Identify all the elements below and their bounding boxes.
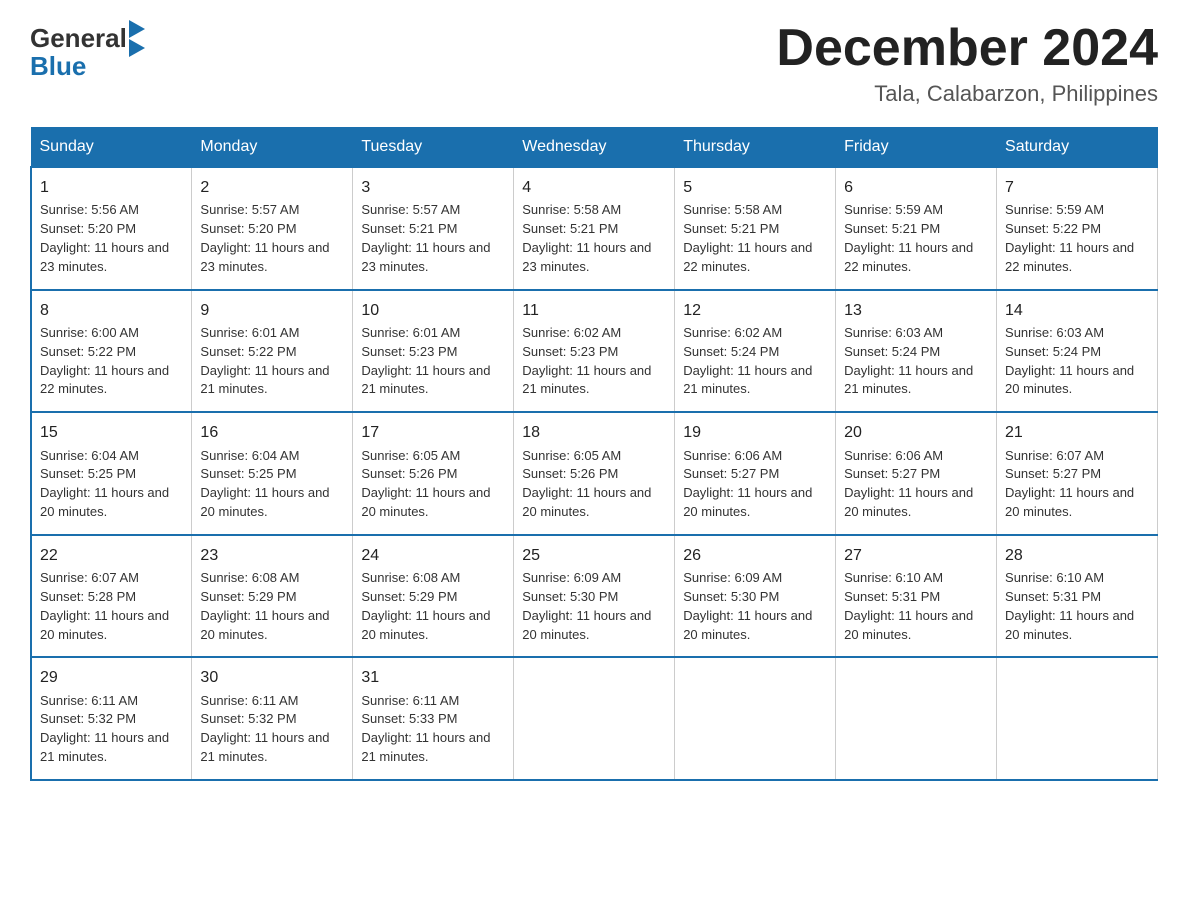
calendar-cell: 5Sunrise: 5:58 AMSunset: 5:21 PMDaylight… [675, 167, 836, 290]
page-header: General Blue December 2024 Tala, Calabar… [30, 20, 1158, 107]
day-number: 19 [683, 421, 827, 444]
title-section: December 2024 Tala, Calabarzon, Philippi… [776, 20, 1158, 107]
calendar-cell: 20Sunrise: 6:06 AMSunset: 5:27 PMDayligh… [836, 412, 997, 535]
calendar-cell: 13Sunrise: 6:03 AMSunset: 5:24 PMDayligh… [836, 290, 997, 413]
calendar-table: Sunday Monday Tuesday Wednesday Thursday… [30, 127, 1158, 781]
day-number: 4 [522, 176, 666, 199]
day-number: 3 [361, 176, 505, 199]
calendar-cell [675, 657, 836, 780]
day-number: 31 [361, 666, 505, 689]
day-number: 24 [361, 544, 505, 567]
day-number: 29 [40, 666, 183, 689]
day-number: 2 [200, 176, 344, 199]
calendar-week-5: 29Sunrise: 6:11 AMSunset: 5:32 PMDayligh… [31, 657, 1158, 780]
day-number: 14 [1005, 299, 1149, 322]
calendar-cell: 19Sunrise: 6:06 AMSunset: 5:27 PMDayligh… [675, 412, 836, 535]
day-number: 11 [522, 299, 666, 322]
calendar-cell: 22Sunrise: 6:07 AMSunset: 5:28 PMDayligh… [31, 535, 192, 658]
header-tuesday: Tuesday [353, 128, 514, 168]
calendar-cell: 23Sunrise: 6:08 AMSunset: 5:29 PMDayligh… [192, 535, 353, 658]
calendar-week-4: 22Sunrise: 6:07 AMSunset: 5:28 PMDayligh… [31, 535, 1158, 658]
day-number: 18 [522, 421, 666, 444]
calendar-cell [514, 657, 675, 780]
day-number: 5 [683, 176, 827, 199]
calendar-cell: 2Sunrise: 5:57 AMSunset: 5:20 PMDaylight… [192, 167, 353, 290]
logo: General Blue [30, 20, 145, 82]
calendar-cell: 28Sunrise: 6:10 AMSunset: 5:31 PMDayligh… [997, 535, 1158, 658]
day-number: 15 [40, 421, 183, 444]
day-number: 7 [1005, 176, 1149, 199]
calendar-cell: 8Sunrise: 6:00 AMSunset: 5:22 PMDaylight… [31, 290, 192, 413]
calendar-cell: 30Sunrise: 6:11 AMSunset: 5:32 PMDayligh… [192, 657, 353, 780]
calendar-cell: 24Sunrise: 6:08 AMSunset: 5:29 PMDayligh… [353, 535, 514, 658]
day-number: 20 [844, 421, 988, 444]
calendar-cell: 11Sunrise: 6:02 AMSunset: 5:23 PMDayligh… [514, 290, 675, 413]
calendar-cell: 1Sunrise: 5:56 AMSunset: 5:20 PMDaylight… [31, 167, 192, 290]
location-title: Tala, Calabarzon, Philippines [776, 81, 1158, 107]
calendar-week-1: 1Sunrise: 5:56 AMSunset: 5:20 PMDaylight… [31, 167, 1158, 290]
day-number: 13 [844, 299, 988, 322]
header-row: Sunday Monday Tuesday Wednesday Thursday… [31, 128, 1158, 168]
day-number: 17 [361, 421, 505, 444]
calendar-cell: 15Sunrise: 6:04 AMSunset: 5:25 PMDayligh… [31, 412, 192, 535]
day-number: 21 [1005, 421, 1149, 444]
day-number: 10 [361, 299, 505, 322]
day-number: 8 [40, 299, 183, 322]
day-number: 26 [683, 544, 827, 567]
day-number: 28 [1005, 544, 1149, 567]
calendar-cell [836, 657, 997, 780]
calendar-cell: 9Sunrise: 6:01 AMSunset: 5:22 PMDaylight… [192, 290, 353, 413]
day-number: 30 [200, 666, 344, 689]
day-number: 12 [683, 299, 827, 322]
calendar-cell: 6Sunrise: 5:59 AMSunset: 5:21 PMDaylight… [836, 167, 997, 290]
calendar-cell: 31Sunrise: 6:11 AMSunset: 5:33 PMDayligh… [353, 657, 514, 780]
calendar-cell: 21Sunrise: 6:07 AMSunset: 5:27 PMDayligh… [997, 412, 1158, 535]
header-sunday: Sunday [31, 128, 192, 168]
calendar-week-3: 15Sunrise: 6:04 AMSunset: 5:25 PMDayligh… [31, 412, 1158, 535]
calendar-cell [997, 657, 1158, 780]
calendar-cell: 14Sunrise: 6:03 AMSunset: 5:24 PMDayligh… [997, 290, 1158, 413]
logo-blue-text: Blue [30, 51, 86, 82]
calendar-cell: 25Sunrise: 6:09 AMSunset: 5:30 PMDayligh… [514, 535, 675, 658]
month-title: December 2024 [776, 20, 1158, 77]
day-number: 22 [40, 544, 183, 567]
calendar-cell: 18Sunrise: 6:05 AMSunset: 5:26 PMDayligh… [514, 412, 675, 535]
day-number: 25 [522, 544, 666, 567]
header-wednesday: Wednesday [514, 128, 675, 168]
header-monday: Monday [192, 128, 353, 168]
calendar-cell: 7Sunrise: 5:59 AMSunset: 5:22 PMDaylight… [997, 167, 1158, 290]
day-number: 1 [40, 176, 183, 199]
calendar-cell: 17Sunrise: 6:05 AMSunset: 5:26 PMDayligh… [353, 412, 514, 535]
calendar-cell: 10Sunrise: 6:01 AMSunset: 5:23 PMDayligh… [353, 290, 514, 413]
day-number: 27 [844, 544, 988, 567]
logo-general-text: General [30, 23, 127, 54]
calendar-week-2: 8Sunrise: 6:00 AMSunset: 5:22 PMDaylight… [31, 290, 1158, 413]
day-number: 23 [200, 544, 344, 567]
calendar-cell: 16Sunrise: 6:04 AMSunset: 5:25 PMDayligh… [192, 412, 353, 535]
calendar-cell: 4Sunrise: 5:58 AMSunset: 5:21 PMDaylight… [514, 167, 675, 290]
calendar-cell: 12Sunrise: 6:02 AMSunset: 5:24 PMDayligh… [675, 290, 836, 413]
day-number: 16 [200, 421, 344, 444]
calendar-cell: 27Sunrise: 6:10 AMSunset: 5:31 PMDayligh… [836, 535, 997, 658]
header-thursday: Thursday [675, 128, 836, 168]
header-saturday: Saturday [997, 128, 1158, 168]
calendar-cell: 26Sunrise: 6:09 AMSunset: 5:30 PMDayligh… [675, 535, 836, 658]
day-number: 9 [200, 299, 344, 322]
header-friday: Friday [836, 128, 997, 168]
calendar-cell: 29Sunrise: 6:11 AMSunset: 5:32 PMDayligh… [31, 657, 192, 780]
day-number: 6 [844, 176, 988, 199]
calendar-cell: 3Sunrise: 5:57 AMSunset: 5:21 PMDaylight… [353, 167, 514, 290]
